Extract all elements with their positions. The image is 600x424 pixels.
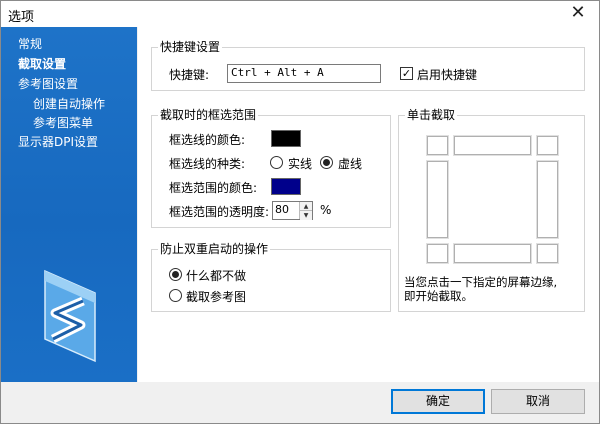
do-nothing-radio[interactable] [169,268,182,281]
window-title: 选项 [8,10,35,25]
app-logo [39,267,99,365]
shortcut-label: 快捷键: [169,68,210,82]
line-color-label: 框选线的颜色: [169,133,246,147]
prevent-group-title: 防止双重启动的操作 [158,242,271,256]
edge-bottom-right[interactable] [537,244,558,263]
sidebar-item-create-auto-action[interactable]: 创建自动操作 [33,95,105,112]
frame-range-group-title: 截取时的框选范围 [158,108,259,122]
ok-button[interactable]: 确定 [391,389,485,414]
edge-top[interactable] [454,136,531,155]
sidebar-item-general[interactable]: 常规 [18,35,42,52]
area-color-label: 框选范围的颜色: [169,181,258,195]
edge-right[interactable] [537,161,558,238]
settings-panel: 快捷键设置 快捷键: Ctrl + Alt + A ✓ 启用快捷键 截取时的框选… [138,27,599,382]
line-type-label: 框选线的种类: [169,157,246,171]
opacity-label: 框选范围的透明度: [169,205,270,219]
sidebar: 常规 截取设置 参考图设置 创建自动操作 参考图菜单 显示器DPI设置 [1,27,137,382]
opacity-unit: % [320,203,332,217]
single-click-group-title: 单击截取 [405,108,458,122]
solid-line-radio[interactable] [270,156,283,169]
opacity-stepper[interactable]: 80 ▲ ▼ [272,201,313,220]
prevent-double-launch-group: 防止双重启动的操作 什么都不做 截取参考图 [151,242,391,312]
stepper-down-icon[interactable]: ▼ [300,211,312,220]
edge-bottom[interactable] [454,244,531,263]
cancel-button[interactable]: 取消 [491,389,585,414]
stepper-up-icon[interactable]: ▲ [300,202,312,211]
single-click-desc-2: 即开始截取。 [404,289,473,303]
title-bar: 选项 ✕ [1,1,599,27]
enable-shortcut-label: 启用快捷键 [417,68,478,82]
dialog-footer: 确定 取消 [1,382,599,423]
capture-reference-radio[interactable] [169,289,182,302]
shortcut-group-title: 快捷键设置 [158,40,223,54]
edge-bottom-left[interactable] [427,244,448,263]
shortcut-group: 快捷键设置 快捷键: Ctrl + Alt + A ✓ 启用快捷键 [151,40,585,91]
edge-top-right[interactable] [537,136,558,155]
opacity-value[interactable]: 80 [275,203,289,216]
capture-reference-label: 截取参考图 [186,290,247,304]
do-nothing-label: 什么都不做 [186,269,247,283]
edge-top-left[interactable] [427,136,448,155]
single-click-group: 单击截取 当您点击一下指定的屏幕边缘, 即开始截取。 [398,108,585,312]
sidebar-item-reference-settings[interactable]: 参考图设置 [18,75,78,92]
area-color-swatch[interactable] [271,178,301,195]
options-dialog: 选项 ✕ 常规 截取设置 参考图设置 创建自动操作 参考图菜单 显示器DPI设置… [0,0,600,424]
sidebar-item-capture-settings[interactable]: 截取设置 [18,55,66,72]
edge-left[interactable] [427,161,448,238]
solid-line-label: 实线 [288,157,313,171]
frame-range-group: 截取时的框选范围 框选线的颜色: 框选线的种类: 实线 虚线 框选范围的颜色: … [151,108,391,228]
shortcut-input[interactable]: Ctrl + Alt + A [227,64,381,83]
dashed-line-radio[interactable] [320,156,333,169]
sidebar-item-dpi-settings[interactable]: 显示器DPI设置 [18,133,98,150]
enable-shortcut-checkbox[interactable]: ✓ [400,67,413,80]
close-icon[interactable]: ✕ [567,3,589,25]
line-color-swatch[interactable] [271,130,301,147]
dashed-line-label: 虚线 [338,157,363,171]
sidebar-item-reference-menu[interactable]: 参考图菜单 [33,114,93,131]
